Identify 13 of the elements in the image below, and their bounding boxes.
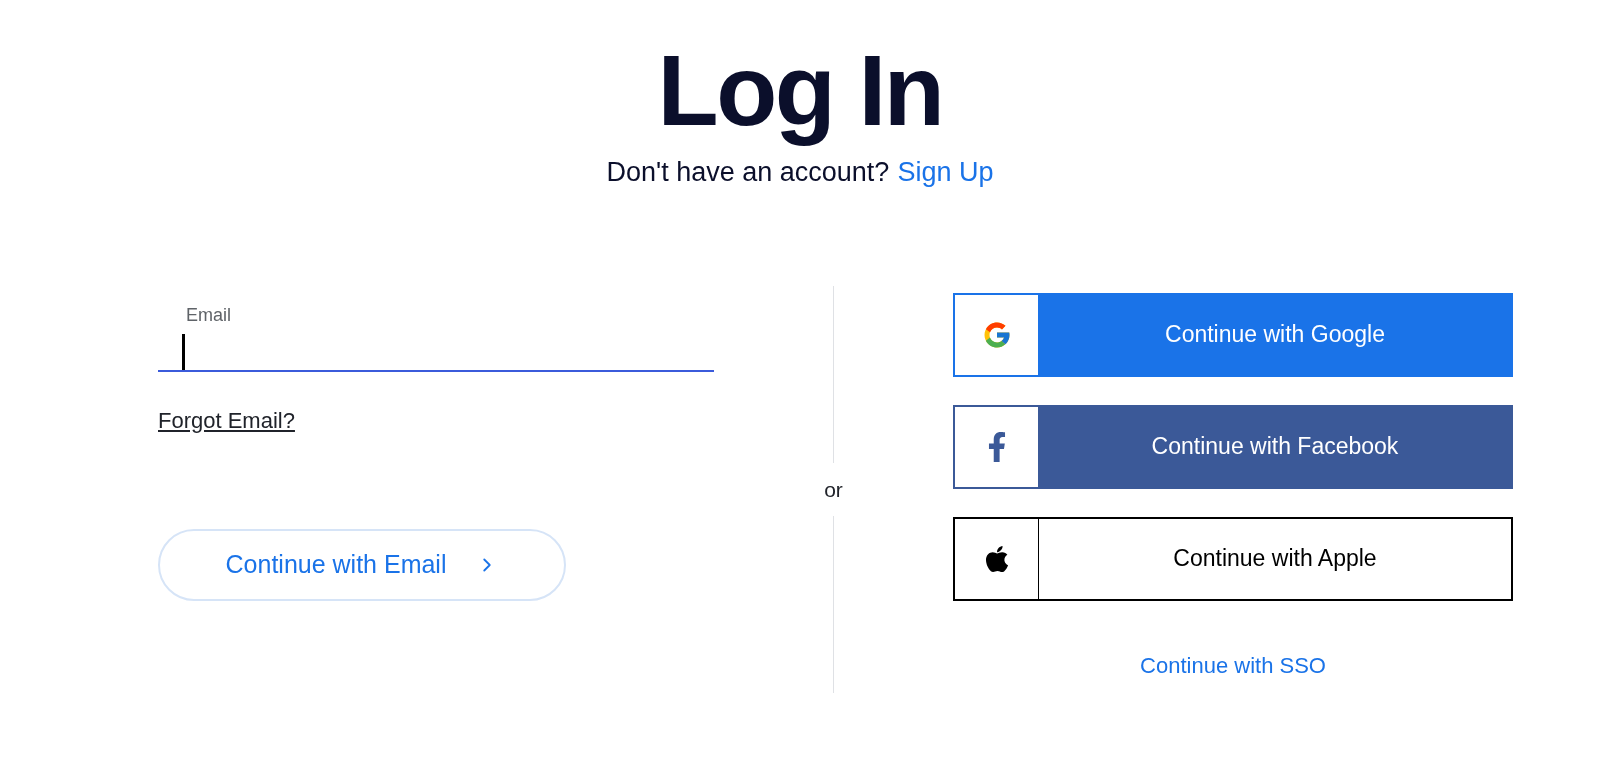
email-field[interactable]: Email [158,299,714,372]
page-title: Log In [657,33,943,148]
sign-up-link[interactable]: Sign Up [897,152,994,193]
continue-with-sso-link[interactable]: Continue with SSO [1140,648,1326,682]
forgot-email-link[interactable]: Forgot Email? [158,403,295,437]
continue-with-facebook-button[interactable]: Continue with Facebook [953,404,1513,489]
or-divider-text: or [824,476,843,503]
email-label: Email [186,303,231,327]
continue-with-apple-button[interactable]: Continue with Apple [953,516,1513,601]
continue-with-email-button[interactable]: Continue with Email [158,528,566,601]
continue-with-google-button[interactable]: Continue with Google [953,292,1513,377]
signup-prompt: Don't have an account? [606,156,890,189]
text-cursor [182,333,185,370]
